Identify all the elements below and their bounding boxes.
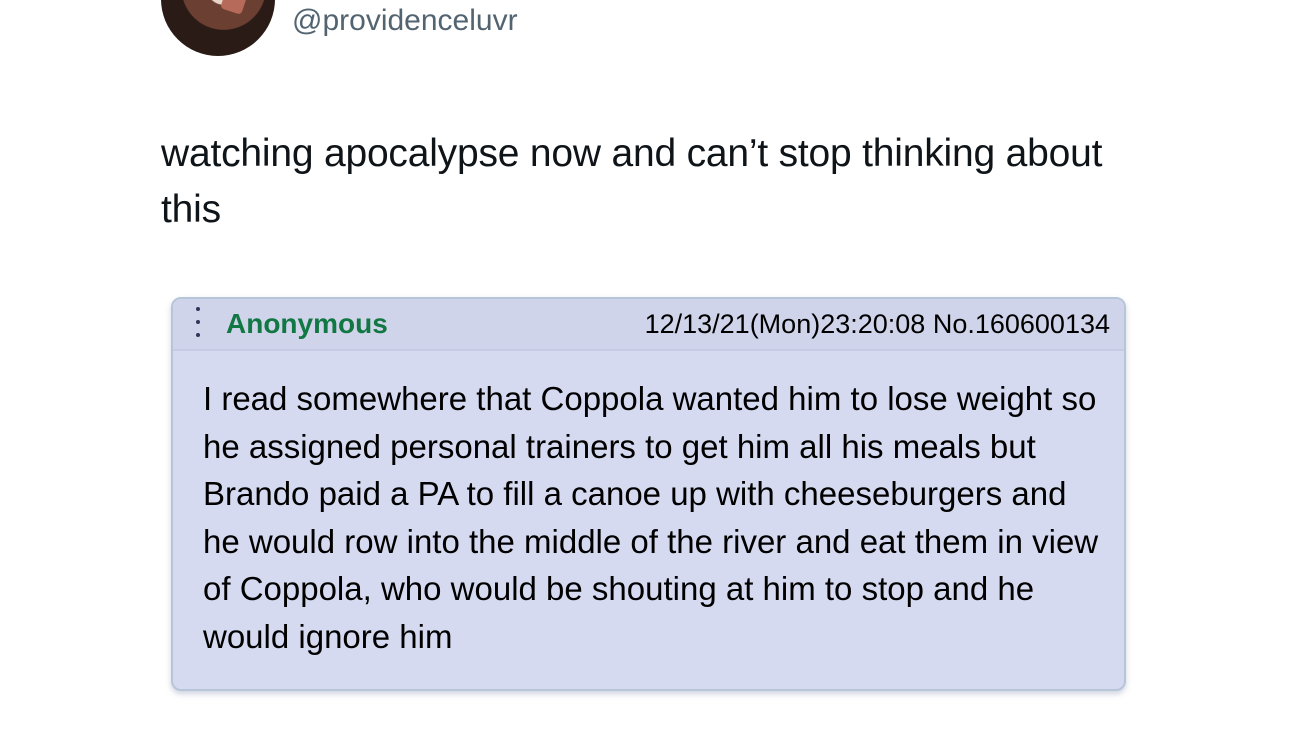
poster-name: Anonymous [226,308,388,339]
tweet-text: watching apocalypse now and can’t stop t… [161,132,1103,231]
avatar[interactable] [161,0,275,56]
post-header: Anonymous 12/13/21(Mon)23:20:08 No.16060… [173,299,1124,351]
post-datetime: 12/13/21(Mon)23:20:08 [644,309,926,339]
vertical-dots-icon[interactable] [194,307,202,337]
post-body: I read somewhere that Coppola wanted him… [203,380,1099,655]
post-meta: 12/13/21(Mon)23:20:08 No.160600134 [645,308,1110,340]
embedded-forum-post: Anonymous 12/13/21(Mon)23:20:08 No.16060… [171,297,1126,691]
user-handle[interactable]: @providenceluvr [292,4,518,38]
post-number[interactable]: No.160600134 [933,309,1110,339]
tweet-screenshot: @providenceluvr watching apocalypse now … [0,0,1308,746]
